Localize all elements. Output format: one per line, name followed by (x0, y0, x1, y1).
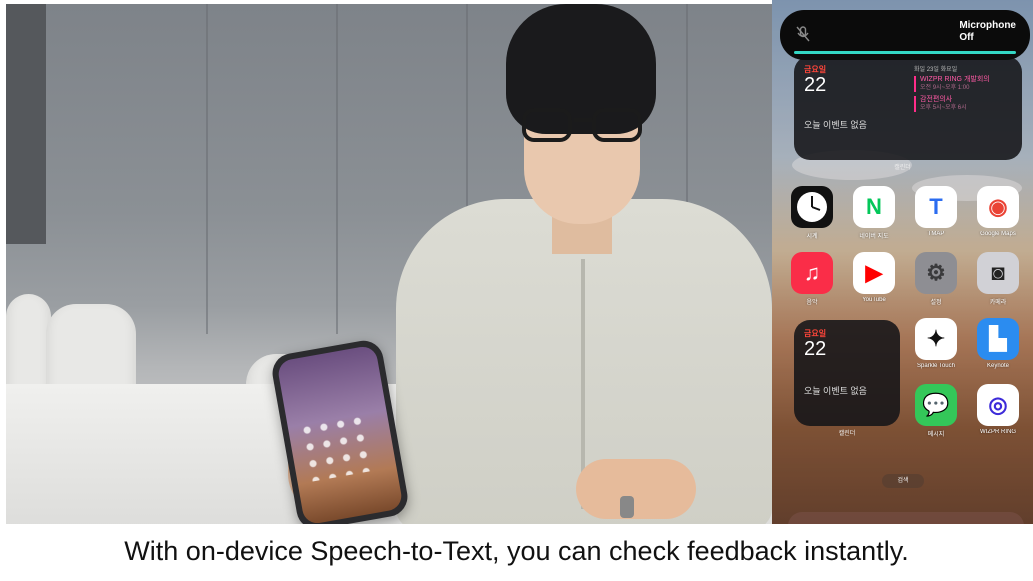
event-item: WIZPR RING 개발회의 오전 9시~오후 1:00 (914, 76, 1020, 92)
clock-icon (791, 186, 833, 228)
video-scene (6, 4, 772, 524)
app-camera[interactable]: ◙ 카메라 (970, 252, 1026, 306)
app-clock[interactable]: 시계 (784, 186, 840, 240)
naver-map-icon: N (853, 186, 895, 228)
right-hand (576, 459, 696, 519)
widget-no-events: 오늘 이벤트 없음 (804, 386, 867, 396)
google-maps-icon: ◉ (977, 186, 1019, 228)
glasses (522, 108, 644, 144)
settings-gear-icon: ⚙ (915, 252, 957, 294)
event-item: 감전편의사 오후 5시~오후 6시 (914, 96, 1020, 112)
app-naver-map[interactable]: N 네이버 지도 (846, 186, 902, 240)
keynote-icon: ▙ (977, 318, 1019, 360)
app-settings[interactable]: ⚙ 설정 (908, 252, 964, 306)
app-wizpr-ring[interactable]: ◎ WIZPR RING (970, 384, 1026, 435)
app-youtube[interactable]: ▶ YouTube (846, 252, 902, 303)
wall-panel-line (336, 4, 338, 334)
app-keynote[interactable]: ▙ Keynote (970, 318, 1026, 369)
microphone-slash-icon (794, 26, 812, 44)
app-sparkle[interactable]: ✦ Sparkle Touch (908, 318, 964, 369)
widget-no-events: 오늘 이벤트 없음 (804, 120, 867, 130)
calendar-widget-small[interactable]: 금요일 22 오늘 이벤트 없음 (794, 320, 900, 426)
tmap-icon: T (915, 186, 957, 228)
wizpr-ring-icon: ◎ (977, 384, 1019, 426)
audio-level-bar (794, 51, 1016, 54)
messages-icon: 💬 (915, 384, 957, 426)
dock (788, 512, 1024, 524)
widget-date: 22 (804, 338, 827, 360)
spark-icon: ✦ (915, 318, 957, 360)
app-tmap[interactable]: T TMAP (908, 186, 964, 237)
youtube-icon: ▶ (853, 252, 895, 294)
camera-icon: ◙ (977, 252, 1019, 294)
subtitle-text: With on-device Speech-to-Text, you can c… (124, 536, 909, 566)
calendar-widget-large[interactable]: 금요일 22 오늘 이벤트 없음 화일 23일 화요일 WIZPR RING 개… (794, 56, 1022, 160)
app-messages[interactable]: 💬 메시지 (908, 384, 964, 438)
microphone-status: Microphone Off (959, 20, 1016, 43)
smart-ring (620, 496, 634, 518)
widget-side-header: 화일 23일 화요일 (914, 67, 958, 73)
widget-date: 22 (804, 74, 827, 96)
app-google-maps[interactable]: ◉ Google Maps (970, 186, 1026, 237)
window-panel (6, 4, 46, 244)
wall-panel-line (206, 4, 208, 334)
home-search-pill[interactable]: 검색 (882, 474, 924, 488)
widget-caption: 캘린더 (838, 431, 856, 437)
widget-caption: 캘린더 (894, 165, 911, 171)
phone-screen: 금요일 22 오늘 이벤트 없음 화일 23일 화요일 WIZPR RING 개… (772, 0, 1033, 524)
app-music[interactable]: ♫ 음악 (784, 252, 840, 306)
music-icon: ♫ (791, 252, 833, 294)
dynamic-island: Microphone Off (780, 10, 1030, 60)
